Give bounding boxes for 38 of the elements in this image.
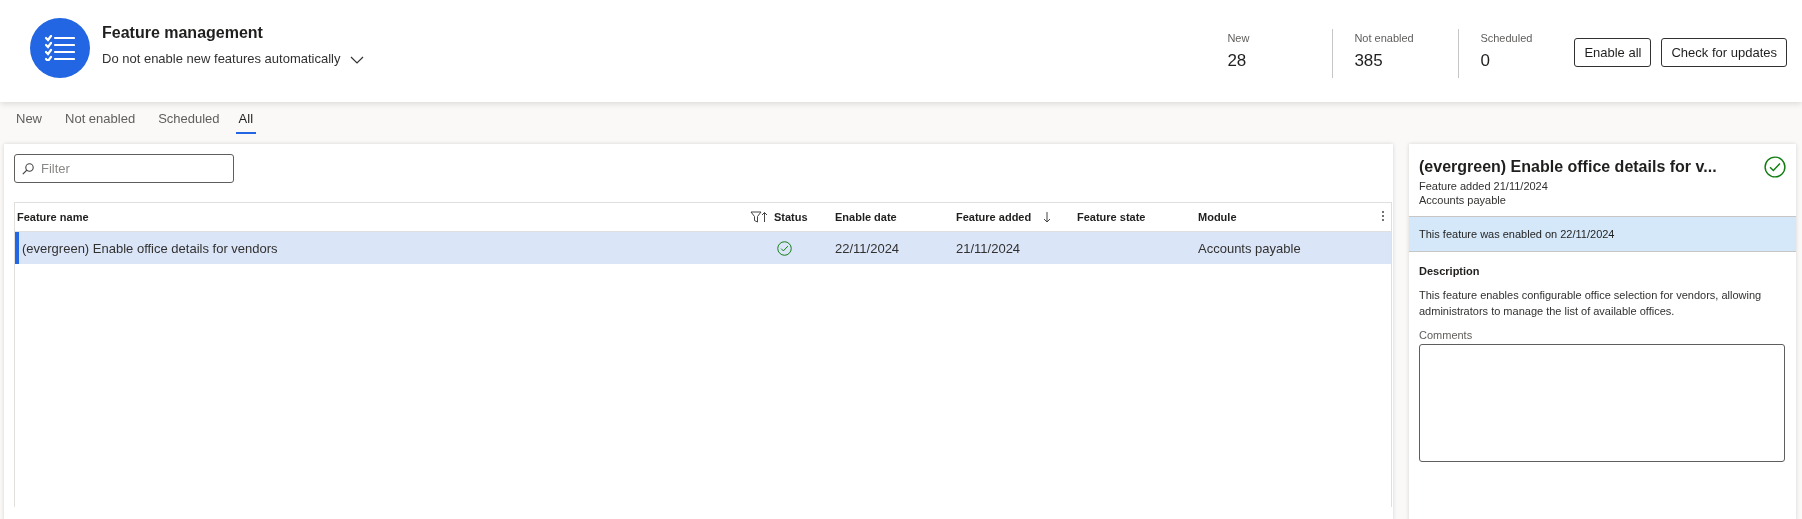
stat-label: New [1227,32,1251,44]
filter-field[interactable]: Filter [14,154,234,183]
automation-dropdown[interactable]: Do not enable new features automatically [102,51,365,66]
column-header[interactable]: Status [774,211,808,223]
table-cell-text: (evergreen) Enable office details for vendors [21,240,279,256]
table-cell-text: 21/11/2024 [956,240,1022,256]
tab[interactable]: All [235,102,257,134]
chevron-down-icon [350,56,365,64]
stat-label: Not enabled [1354,32,1415,44]
stat-value: 0 [1480,51,1491,71]
feature-added-text: Feature added 21/11/2024 [1419,180,1549,192]
column-header[interactable]: Feature name [17,211,89,223]
stat-value: 385 [1354,51,1384,71]
comments-field[interactable] [1419,344,1785,462]
search-icon [22,163,34,175]
page-title: Feature management [102,24,264,42]
comments-label: Comments [1419,329,1474,341]
description-text: This feature enables configurable office selection for vendors, allowing administrators to manage the list of available offices. [1419,288,1763,319]
tab[interactable]: Scheduled [151,102,227,134]
tab[interactable]: Not enabled [58,102,143,134]
filter-sort-icon[interactable] [750,211,768,223]
column-header[interactable]: Enable date [835,211,897,223]
table-cell-text: 22/11/2024 [835,240,901,256]
table-cell-text: Accounts payable [1198,240,1302,256]
details-title: (evergreen) Enable office details for v... [1419,158,1717,176]
column-header[interactable]: Feature added [956,211,1032,223]
table-row[interactable]: (evergreen) Enable office details for vendors 22/11/2024 21/11/2024 Accounts payable [15,232,1391,264]
tab[interactable]: New [9,102,49,134]
stat-value: 28 [1227,51,1248,71]
action-button[interactable]: Check for updates [1661,38,1787,67]
module-text: Accounts payable [1419,194,1507,206]
action-button[interactable]: Enable all [1574,38,1652,67]
description-label: Description [1419,265,1481,277]
column-header[interactable]: Module [1198,211,1237,223]
checklist-icon [30,18,90,78]
status-banner: This feature was enabled on 22/11/2024 [1409,217,1796,252]
column-header[interactable]: Feature state [1077,211,1146,223]
stat-label: Scheduled [1480,32,1534,44]
